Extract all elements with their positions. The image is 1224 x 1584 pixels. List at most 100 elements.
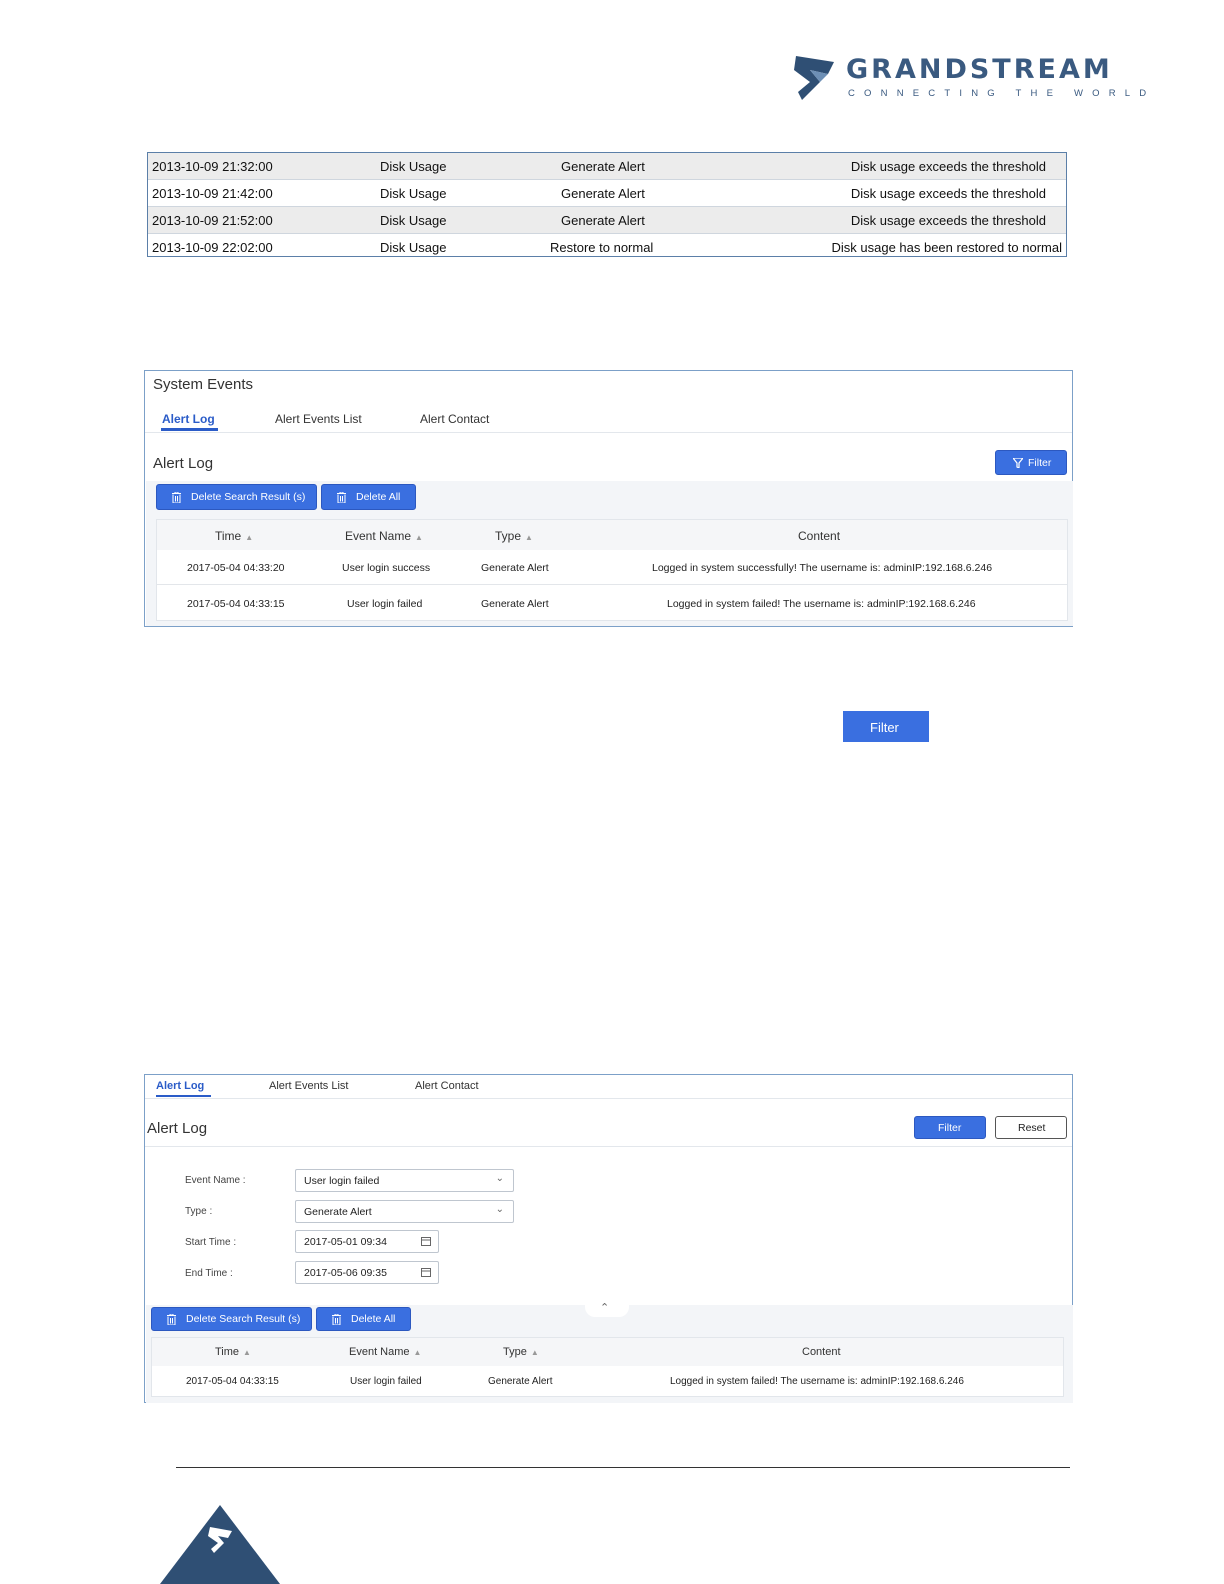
trash-icon bbox=[337, 492, 346, 503]
table-header bbox=[152, 1338, 1063, 1366]
reset-button-label: Reset bbox=[1018, 1122, 1046, 1134]
tab-alert-events-list[interactable]: Alert Events List bbox=[269, 1080, 348, 1092]
chevron-up-icon: ⌃ bbox=[600, 1302, 610, 1314]
type-select[interactable]: Generate Alert ⌄ bbox=[295, 1200, 514, 1223]
event-name-label: Event Name : bbox=[185, 1175, 246, 1186]
sort-icon: ▲︎ bbox=[530, 1348, 539, 1357]
delete-all-button[interactable]: Delete All bbox=[321, 484, 416, 510]
cell-event-name: User login failed bbox=[347, 598, 423, 610]
tab-alert-log[interactable]: Alert Log bbox=[162, 412, 215, 426]
end-time-label: End Time : bbox=[185, 1268, 233, 1279]
header-divider bbox=[145, 1146, 1072, 1147]
filter-button[interactable]: Filter bbox=[995, 450, 1067, 475]
cell-time: 2017-05-04 04:33:15 bbox=[186, 1376, 279, 1387]
grandstream-logo: GRANDSTREAM CONNECTING THE WORLD bbox=[790, 52, 1146, 104]
cell-type: Generate Alert bbox=[561, 159, 645, 174]
section-title: Alert Log bbox=[147, 1120, 208, 1137]
filter-icon bbox=[1013, 458, 1023, 468]
filter-button-label: Filter bbox=[1028, 457, 1052, 469]
reset-button[interactable]: Reset bbox=[995, 1116, 1067, 1139]
calendar-icon bbox=[421, 1268, 431, 1277]
table-row: 2013-10-09 21:42:00 Disk Usage Generate … bbox=[148, 180, 1066, 207]
tabs-divider bbox=[145, 432, 1072, 433]
brand-wordmark: GRANDSTREAM bbox=[846, 54, 1113, 85]
alert-log-table: Time ▲︎ Event Name ▲︎ Type ▲︎ Content 2017-… bbox=[156, 519, 1068, 621]
tabs-divider bbox=[145, 1098, 1072, 1099]
trash-icon bbox=[172, 492, 181, 503]
cell-content: Logged in system failed! The username is… bbox=[670, 1376, 964, 1387]
event-name-select[interactable]: User login failed ⌄ bbox=[295, 1169, 514, 1192]
cell-content: Logged in system failed! The username is… bbox=[667, 598, 976, 610]
column-header-event-name[interactable]: Event Name ▲︎ bbox=[345, 529, 423, 543]
delete-all-label: Delete All bbox=[356, 491, 401, 503]
cell-content: Disk usage exceeds the threshold bbox=[850, 186, 1046, 201]
tab-alert-contact[interactable]: Alert Contact bbox=[420, 412, 489, 426]
tab-alert-events-list[interactable]: Alert Events List bbox=[275, 412, 362, 426]
delete-all-button[interactable]: Delete All bbox=[316, 1307, 411, 1331]
sort-icon: ▲︎ bbox=[245, 533, 254, 542]
footer-divider bbox=[176, 1467, 1070, 1468]
footer-logo-icon bbox=[160, 1505, 280, 1584]
cell-time: 2013-10-09 21:42:00 bbox=[152, 186, 273, 201]
chevron-down-icon: ⌄ bbox=[495, 1173, 504, 1184]
grandstream-mark-icon bbox=[794, 56, 834, 100]
filter-button[interactable]: Filter bbox=[914, 1116, 986, 1139]
type-value: Generate Alert bbox=[304, 1206, 372, 1218]
cell-content: Logged in system successfully! The usern… bbox=[652, 562, 993, 574]
column-header-time[interactable]: Time ▲︎ bbox=[215, 1346, 251, 1358]
brand-tagline: CONNECTING THE WORLD bbox=[848, 88, 1156, 99]
column-header-time[interactable]: Time ▲︎ bbox=[215, 529, 253, 543]
event-name-value: User login failed bbox=[304, 1175, 380, 1187]
start-time-label: Start Time : bbox=[185, 1237, 237, 1248]
active-tab-indicator bbox=[156, 1095, 211, 1097]
filter-button-example[interactable]: Filter bbox=[843, 711, 929, 742]
sort-icon: ▲︎ bbox=[243, 1348, 251, 1357]
table-row: 2017-05-04 04:33:20 User login success G… bbox=[157, 550, 1067, 585]
tab-alert-contact[interactable]: Alert Contact bbox=[415, 1080, 479, 1092]
start-time-input[interactable]: 2017-05-01 09:34 bbox=[295, 1230, 439, 1253]
alert-log-filter-panel: Alert Log Alert Events List Alert Contac… bbox=[144, 1074, 1073, 1403]
chevron-down-icon: ⌄ bbox=[495, 1204, 504, 1215]
cell-time: 2013-10-09 22:02:00 bbox=[152, 240, 273, 255]
cell-type: Generate Alert bbox=[481, 562, 549, 574]
column-header-content: Content bbox=[802, 1346, 841, 1358]
cell-event: Disk Usage bbox=[380, 159, 447, 174]
column-header-type[interactable]: Type ▲︎ bbox=[503, 1346, 539, 1358]
column-header-type[interactable]: Type ▲︎ bbox=[495, 529, 533, 543]
cell-content: Disk usage exceeds the threshold bbox=[850, 213, 1046, 228]
delete-search-result-label: Delete Search Result (s) bbox=[191, 491, 306, 503]
type-label: Type : bbox=[185, 1206, 213, 1217]
cell-event-name: User login failed bbox=[350, 1376, 422, 1387]
filter-button-label: Filter bbox=[938, 1122, 962, 1134]
start-time-value: 2017-05-01 09:34 bbox=[304, 1236, 387, 1248]
table-row: 2017-05-04 04:33:15 User login failed Ge… bbox=[157, 585, 1067, 620]
system-events-panel: System Events Alert Log Alert Events Lis… bbox=[144, 370, 1073, 627]
table-row: 2013-10-09 21:52:00 Disk Usage Generate … bbox=[148, 207, 1066, 234]
cell-time: 2017-05-04 04:33:20 bbox=[187, 562, 285, 574]
delete-search-result-label: Delete Search Result (s) bbox=[186, 1313, 301, 1325]
column-header-event-name[interactable]: Event Name ▲︎ bbox=[349, 1346, 421, 1358]
collapse-toggle[interactable]: ⌃ bbox=[585, 1301, 629, 1317]
tab-alert-log[interactable]: Alert Log bbox=[156, 1080, 204, 1092]
page-title: System Events bbox=[153, 376, 254, 393]
cell-type: Generate Alert bbox=[561, 213, 645, 228]
table-header bbox=[157, 520, 1067, 550]
section-title: Alert Log bbox=[153, 455, 214, 472]
cell-type: Generate Alert bbox=[561, 186, 645, 201]
trash-icon bbox=[332, 1314, 341, 1325]
cell-event: Disk Usage bbox=[380, 213, 447, 228]
end-time-input[interactable]: 2017-05-06 09:35 bbox=[295, 1261, 439, 1284]
cell-type: Generate Alert bbox=[481, 598, 549, 610]
table-row: 2013-10-09 22:02:00 Disk Usage Restore t… bbox=[148, 234, 1066, 261]
calendar-icon bbox=[421, 1237, 431, 1246]
cell-event: Disk Usage bbox=[380, 186, 447, 201]
cell-content: Disk usage has been restored to normal bbox=[831, 240, 1062, 255]
delete-search-result-button[interactable]: Delete Search Result (s) bbox=[156, 484, 317, 510]
disk-usage-log-table: 2013-10-09 21:32:00 Disk Usage Generate … bbox=[147, 152, 1067, 257]
sort-icon: ▲︎ bbox=[413, 1348, 422, 1357]
cell-event-name: User login success bbox=[342, 562, 431, 574]
delete-search-result-button[interactable]: Delete Search Result (s) bbox=[151, 1307, 312, 1331]
cell-time: 2013-10-09 21:52:00 bbox=[152, 213, 273, 228]
table-row: 2013-10-09 21:32:00 Disk Usage Generate … bbox=[148, 153, 1066, 180]
cell-content: Disk usage exceeds the threshold bbox=[850, 159, 1046, 174]
